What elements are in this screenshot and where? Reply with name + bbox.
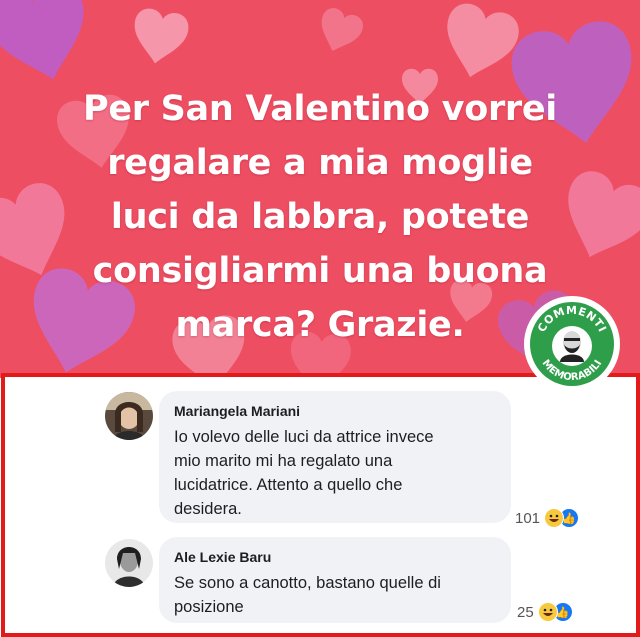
comment: Mariangela Mariani Io volevo delle luci …	[5, 377, 636, 529]
avatar[interactable]	[105, 392, 153, 440]
comment-bubble: Mariangela Mariani Io volevo delle luci …	[159, 391, 511, 523]
headline-line: Per San Valentino vorrei	[83, 89, 557, 129]
reaction-count: 25	[517, 603, 534, 621]
comment-author[interactable]: Ale Lexie Baru	[174, 549, 271, 565]
comment: Ale Lexie Baru Se sono a canotto, bastan…	[5, 527, 636, 633]
haha-icon	[544, 508, 565, 528]
headline-line: luci da labbra, potete	[110, 197, 530, 237]
comment-bubble: Ale Lexie Baru Se sono a canotto, bastan…	[159, 537, 511, 623]
headline-line: regalare a mia moglie	[107, 143, 533, 183]
avatar[interactable]	[105, 539, 153, 587]
haha-icon	[537, 602, 558, 622]
user-photo-icon	[105, 392, 153, 440]
reaction-summary[interactable]: 101 👍	[515, 507, 580, 529]
comments-section: Mariangela Mariani Io volevo delle luci …	[1, 373, 640, 637]
comment-text: Se sono a canotto, bastano quelle di pos…	[174, 574, 441, 616]
user-photo-icon	[105, 539, 153, 587]
comment-author[interactable]: Mariangela Mariani	[174, 403, 300, 419]
reaction-summary[interactable]: 25 👍	[517, 601, 573, 623]
comment-text: Io volevo delle luci da attrice invece m…	[174, 428, 434, 518]
reaction-count: 101	[515, 509, 541, 527]
logo-emblem-icon: COMMENTI MEMORABILI	[535, 304, 608, 383]
commenti-memorabili-logo: COMMENTI MEMORABILI	[524, 296, 620, 392]
headline-line: consigliarmi una buona	[92, 251, 548, 291]
